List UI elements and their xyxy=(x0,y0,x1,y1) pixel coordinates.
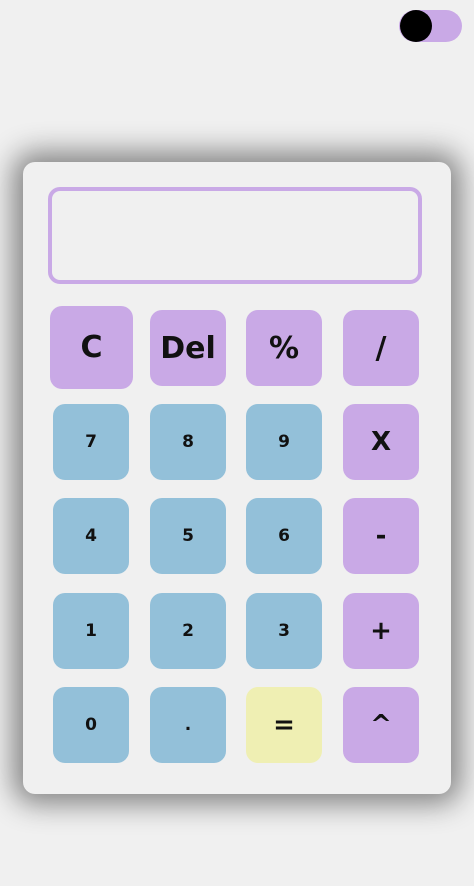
delete-button[interactable]: Del xyxy=(150,310,226,386)
clear-button[interactable]: C xyxy=(50,306,133,389)
seven-button[interactable]: 7 xyxy=(53,404,129,480)
calculator-display xyxy=(48,187,422,284)
equals-button[interactable]: = xyxy=(246,687,322,763)
nine-button[interactable]: 9 xyxy=(246,404,322,480)
percent-button[interactable]: % xyxy=(246,310,322,386)
calculator-panel: C Del % / 7 8 9 X 4 5 6 - 1 2 3 + 0 . = … xyxy=(23,162,451,794)
one-button[interactable]: 1 xyxy=(53,593,129,669)
zero-button[interactable]: 0 xyxy=(53,687,129,763)
decimal-button[interactable]: . xyxy=(150,687,226,763)
multiply-button[interactable]: X xyxy=(343,404,419,480)
power-button[interactable]: ^ xyxy=(343,687,419,763)
plus-button[interactable]: + xyxy=(343,593,419,669)
theme-toggle[interactable] xyxy=(399,10,462,42)
toggle-knob xyxy=(400,10,432,42)
divide-button[interactable]: / xyxy=(343,310,419,386)
four-button[interactable]: 4 xyxy=(53,498,129,574)
two-button[interactable]: 2 xyxy=(150,593,226,669)
minus-button[interactable]: - xyxy=(343,498,419,574)
three-button[interactable]: 3 xyxy=(246,593,322,669)
five-button[interactable]: 5 xyxy=(150,498,226,574)
six-button[interactable]: 6 xyxy=(246,498,322,574)
eight-button[interactable]: 8 xyxy=(150,404,226,480)
